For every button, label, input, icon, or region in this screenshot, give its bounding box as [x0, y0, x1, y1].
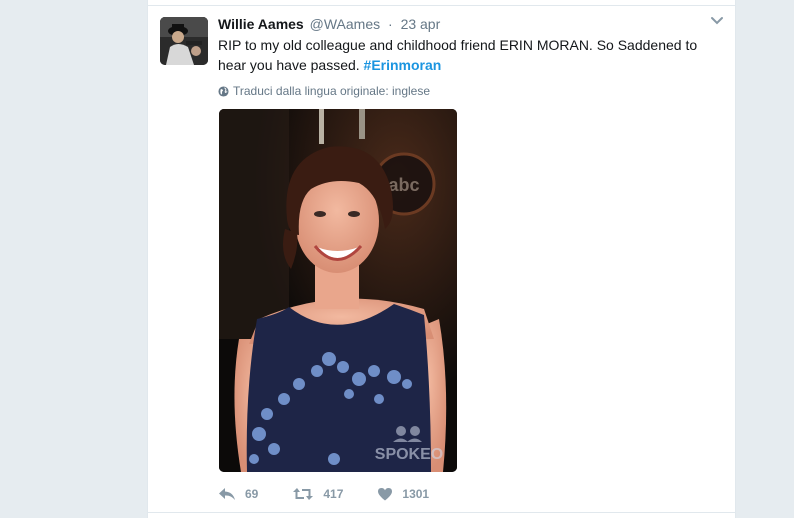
translate-label: Traduci dalla lingua originale: inglese	[233, 84, 431, 98]
author-name[interactable]: Willie Aames	[218, 16, 304, 32]
header-separator: ·	[388, 16, 393, 32]
retweet-button[interactable]: 417	[292, 487, 343, 501]
card-top-divider	[148, 5, 735, 6]
hashtag-link[interactable]: #Erinmoran	[364, 57, 442, 73]
photo-watermark: SPOKEO	[375, 446, 443, 463]
reply-icon	[219, 488, 235, 500]
reply-count: 69	[245, 487, 259, 501]
chevron-down-icon	[711, 17, 723, 25]
avatar-photo	[160, 17, 208, 65]
tweet-photo[interactable]: abc SPOKEO	[219, 109, 457, 472]
more-options-button[interactable]	[709, 13, 725, 29]
author-avatar[interactable]	[160, 17, 208, 65]
heart-icon	[378, 488, 393, 501]
tweet-text-body: RIP to my old colleague and childhood fr…	[218, 37, 698, 73]
retweet-count: 417	[323, 487, 344, 501]
like-count: 1301	[402, 487, 430, 501]
author-handle[interactable]: @WAames	[310, 16, 380, 32]
retweet-icon	[293, 488, 314, 500]
globe-icon	[218, 85, 229, 97]
photo-image: abc SPOKEO	[219, 109, 457, 472]
tweet-timestamp[interactable]: 23 apr	[401, 16, 441, 32]
card-bottom-divider	[148, 512, 735, 513]
reply-button[interactable]: 69	[218, 487, 258, 501]
tweet-header: Willie Aames @WAames · 23 apr	[218, 14, 723, 34]
like-button[interactable]: 1301	[377, 487, 429, 501]
photo-logo-text: abc	[388, 175, 419, 195]
tweet-card[interactable]: Willie Aames @WAames · 23 apr RIP to my …	[147, 0, 736, 518]
tweet-text: RIP to my old colleague and childhood fr…	[218, 35, 718, 75]
translate-link[interactable]: Traduci dalla lingua originale: inglese	[218, 83, 430, 99]
tweet-actions: 69 417 1301	[218, 484, 463, 504]
